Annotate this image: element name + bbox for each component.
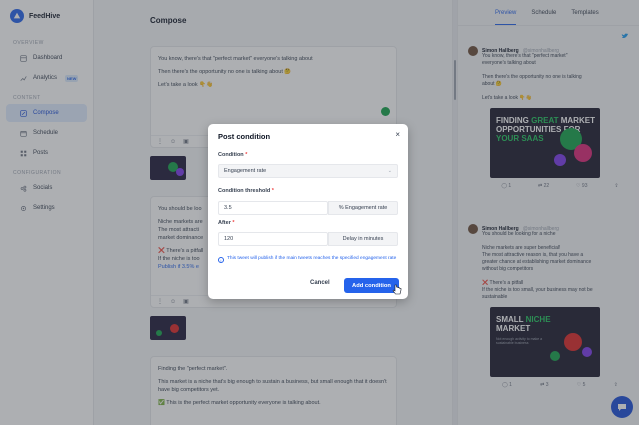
- condition-label: Condition *: [218, 152, 248, 158]
- delay-unit: Delay in minutes: [328, 232, 398, 246]
- condition-select[interactable]: Engagement rate ⌄: [218, 164, 398, 178]
- info-text: This tweet will publish if the main twee…: [227, 256, 397, 261]
- required-mark: *: [232, 220, 235, 226]
- threshold-input[interactable]: 3.5: [218, 201, 328, 215]
- dialog-title: Post condition: [218, 132, 271, 141]
- condition-select-value: Engagement rate: [224, 168, 267, 174]
- after-label: After *: [218, 220, 235, 226]
- threshold-label: Condition threshold *: [218, 188, 274, 194]
- post-condition-dialog: Post condition × Condition * Engagement …: [208, 124, 408, 299]
- info-icon: i: [218, 257, 224, 263]
- info-note: i This tweet will publish if the main tw…: [218, 256, 398, 263]
- required-mark: *: [245, 152, 248, 158]
- required-mark: *: [271, 188, 274, 194]
- chevron-down-icon: ⌄: [387, 168, 392, 174]
- cancel-button[interactable]: Cancel: [310, 280, 330, 286]
- delay-input[interactable]: 120: [218, 232, 328, 246]
- add-condition-button[interactable]: Add condition: [344, 278, 399, 293]
- threshold-unit: % Engagement rate: [328, 201, 398, 215]
- close-icon[interactable]: ×: [395, 130, 400, 139]
- mouse-cursor-icon: [392, 284, 402, 295]
